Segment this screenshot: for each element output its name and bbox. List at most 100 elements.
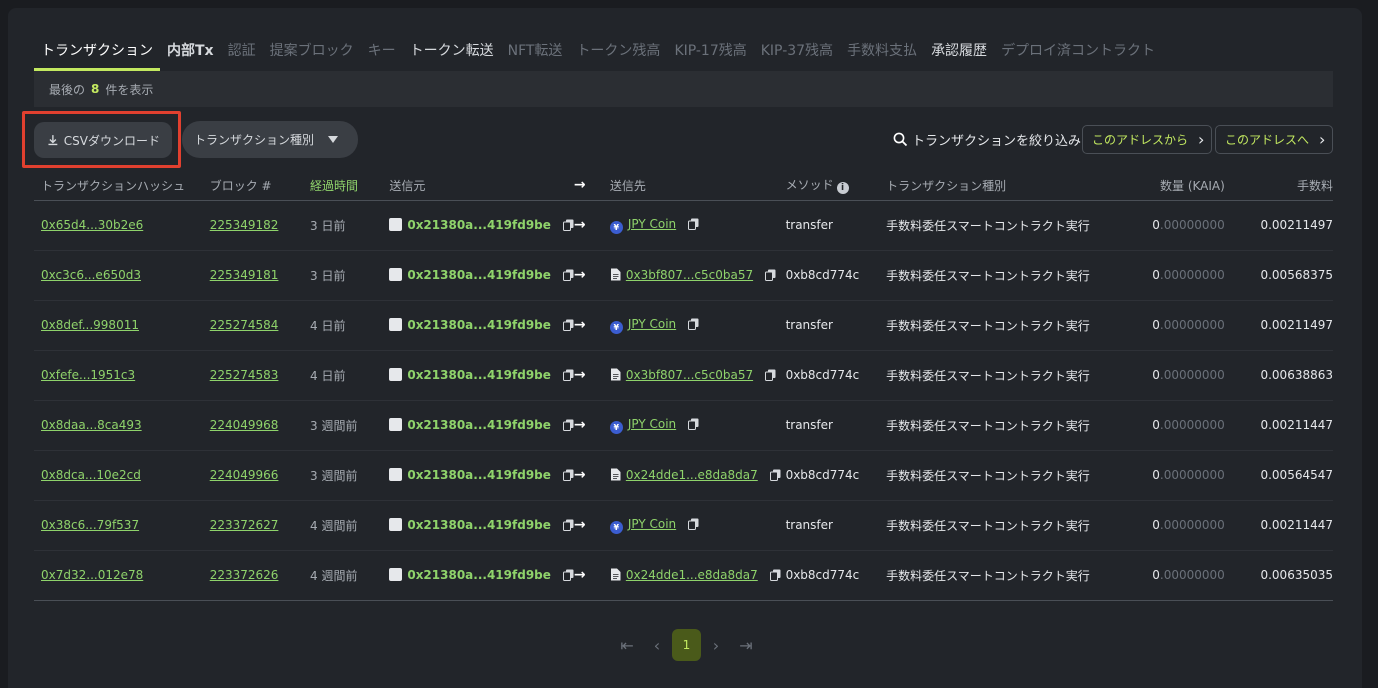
- cell-arrow: →: [573, 250, 606, 301]
- tab-2[interactable]: 認証: [221, 30, 263, 71]
- copy-icon[interactable]: [562, 369, 574, 381]
- cell-to: ¥ JPY Coin: [605, 500, 786, 551]
- from-address[interactable]: 0x21380a...419fd9be: [407, 568, 551, 582]
- cell-amount: 0.00000000: [1112, 550, 1225, 601]
- tx-hash-link[interactable]: 0x8def...998011: [41, 318, 139, 332]
- to-this-address-button[interactable]: このアドレスへ ›: [1215, 125, 1333, 154]
- copy-icon[interactable]: [562, 469, 574, 481]
- tab-3[interactable]: 提案ブロック: [263, 30, 361, 71]
- transaction-type-dropdown[interactable]: トランザクション種別: [182, 121, 358, 158]
- cell-method: transfer: [785, 400, 887, 451]
- tab-0[interactable]: トランザクション: [34, 30, 160, 71]
- tab-5[interactable]: トークン転送: [403, 30, 501, 71]
- first-page-icon[interactable]: ⇤: [612, 629, 642, 661]
- cell-to: ¥ JPY Coin: [605, 300, 786, 351]
- tx-hash-link[interactable]: 0xfefe...1951c3: [41, 368, 135, 382]
- block-link[interactable]: 224049968: [210, 418, 279, 432]
- page-current[interactable]: 1: [672, 629, 701, 661]
- to-address-link[interactable]: JPY Coin: [628, 417, 676, 431]
- table-row: 0x8daa...8ca493 224049968 3 週間前 0x21380a...…: [34, 400, 1333, 451]
- cell-hash: 0x8daa...8ca493: [34, 400, 210, 451]
- cell-amount: 0.00000000: [1112, 200, 1225, 251]
- to-address-link[interactable]: 0x3bf807...c5c0ba57: [626, 368, 753, 382]
- tab-11[interactable]: 承認履歴: [924, 30, 994, 71]
- tx-hash-link[interactable]: 0xc3c6...e650d3: [41, 268, 141, 282]
- block-link[interactable]: 225274583: [210, 368, 279, 382]
- tx-hash-link[interactable]: 0x8dca...10e2cd: [41, 468, 141, 482]
- tx-hash-link[interactable]: 0x8daa...8ca493: [41, 418, 142, 432]
- tx-hash-link[interactable]: 0x65d4...30b2e6: [41, 218, 143, 232]
- table-row: 0x65d4...30b2e6 225349182 3 日前 0x21380a...4…: [34, 200, 1333, 251]
- next-page-icon[interactable]: ›: [701, 629, 731, 661]
- cell-type: 手数料委任スマートコントラクト実行: [886, 350, 1113, 401]
- prev-page-icon[interactable]: ‹: [642, 629, 672, 661]
- table-row: 0xc3c6...e650d3 225349181 3 日前 0x21380a...4…: [34, 250, 1333, 301]
- from-this-address-button[interactable]: このアドレスから ›: [1082, 125, 1212, 154]
- copy-icon[interactable]: [765, 269, 776, 281]
- to-address-link[interactable]: 0x24dde1...e8da8da7: [626, 468, 758, 482]
- block-link[interactable]: 225349181: [210, 268, 279, 282]
- block-link[interactable]: 223372626: [210, 568, 279, 582]
- last-page-icon[interactable]: ⇥: [731, 629, 761, 661]
- to-address-link[interactable]: JPY Coin: [628, 517, 676, 531]
- account-icon: [389, 268, 403, 281]
- block-link[interactable]: 224049966: [210, 468, 279, 482]
- contract-doc-icon: [610, 268, 621, 281]
- info-icon[interactable]: i: [836, 182, 849, 195]
- tab-7[interactable]: トークン残高: [569, 30, 667, 71]
- from-address[interactable]: 0x21380a...419fd9be: [407, 218, 551, 232]
- tx-hash-link[interactable]: 0x7d32...012e78: [41, 568, 143, 582]
- header-block: ブロック #: [209, 171, 311, 201]
- copy-icon[interactable]: [562, 269, 574, 281]
- copy-icon[interactable]: [562, 219, 574, 231]
- copy-icon[interactable]: [688, 518, 699, 530]
- from-address[interactable]: 0x21380a...419fd9be: [407, 518, 551, 532]
- copy-icon[interactable]: [688, 418, 699, 430]
- header-from: 送信元: [389, 171, 574, 201]
- tab-8[interactable]: KIP-17残高: [667, 30, 753, 71]
- tab-6[interactable]: NFT転送: [501, 30, 570, 71]
- copy-icon[interactable]: [562, 519, 574, 531]
- cell-from: 0x21380a...419fd9be: [389, 500, 574, 551]
- to-address-link[interactable]: 0x3bf807...c5c0ba57: [626, 268, 753, 282]
- copy-icon[interactable]: [765, 369, 776, 381]
- cell-age: 4 週間前: [310, 500, 390, 551]
- to-address-link[interactable]: JPY Coin: [628, 217, 676, 231]
- tab-1[interactable]: 内部Tx: [160, 30, 221, 71]
- to-address-link[interactable]: JPY Coin: [628, 317, 676, 331]
- copy-icon[interactable]: [688, 318, 699, 330]
- from-address[interactable]: 0x21380a...419fd9be: [407, 468, 551, 482]
- copy-icon[interactable]: [688, 218, 699, 230]
- copy-icon[interactable]: [769, 469, 781, 481]
- cell-arrow: →: [573, 500, 606, 551]
- copy-icon[interactable]: [769, 569, 781, 581]
- copy-icon[interactable]: [562, 319, 574, 331]
- tx-hash-link[interactable]: 0x38c6...79f537: [41, 518, 139, 532]
- from-address[interactable]: 0x21380a...419fd9be: [407, 318, 551, 332]
- cell-type: 手数料委任スマートコントラクト実行: [886, 250, 1113, 301]
- tab-9[interactable]: KIP-37残高: [754, 30, 840, 71]
- cell-hash: 0x8def...998011: [34, 300, 210, 351]
- cell-age: 4 週間前: [310, 550, 390, 601]
- to-address-link[interactable]: 0x24dde1...e8da8da7: [626, 568, 758, 582]
- copy-icon[interactable]: [562, 419, 574, 431]
- cell-from: 0x21380a...419fd9be: [389, 400, 574, 451]
- caret-down-icon: [328, 136, 339, 143]
- tab-4[interactable]: キー: [361, 30, 403, 71]
- cell-age: 3 日前: [310, 200, 390, 251]
- tab-12[interactable]: デプロイ済コントラクト: [994, 30, 1162, 71]
- cell-hash: 0x7d32...012e78: [34, 550, 210, 601]
- block-link[interactable]: 225349182: [210, 218, 279, 232]
- from-address[interactable]: 0x21380a...419fd9be: [407, 418, 551, 432]
- block-link[interactable]: 225274584: [210, 318, 279, 332]
- header-hash: トランザクションハッシュ: [34, 171, 210, 201]
- from-address[interactable]: 0x21380a...419fd9be: [407, 268, 551, 282]
- cell-type: 手数料委任スマートコントラクト実行: [886, 300, 1113, 351]
- cell-from: 0x21380a...419fd9be: [389, 200, 574, 251]
- filter-transactions[interactable]: トランザクションを絞り込み: [893, 130, 1081, 149]
- copy-icon[interactable]: [562, 569, 574, 581]
- tab-10[interactable]: 手数料支払: [840, 30, 924, 71]
- amount-decimal: .00000000: [1159, 568, 1225, 582]
- block-link[interactable]: 223372627: [210, 518, 279, 532]
- from-address[interactable]: 0x21380a...419fd9be: [407, 368, 551, 382]
